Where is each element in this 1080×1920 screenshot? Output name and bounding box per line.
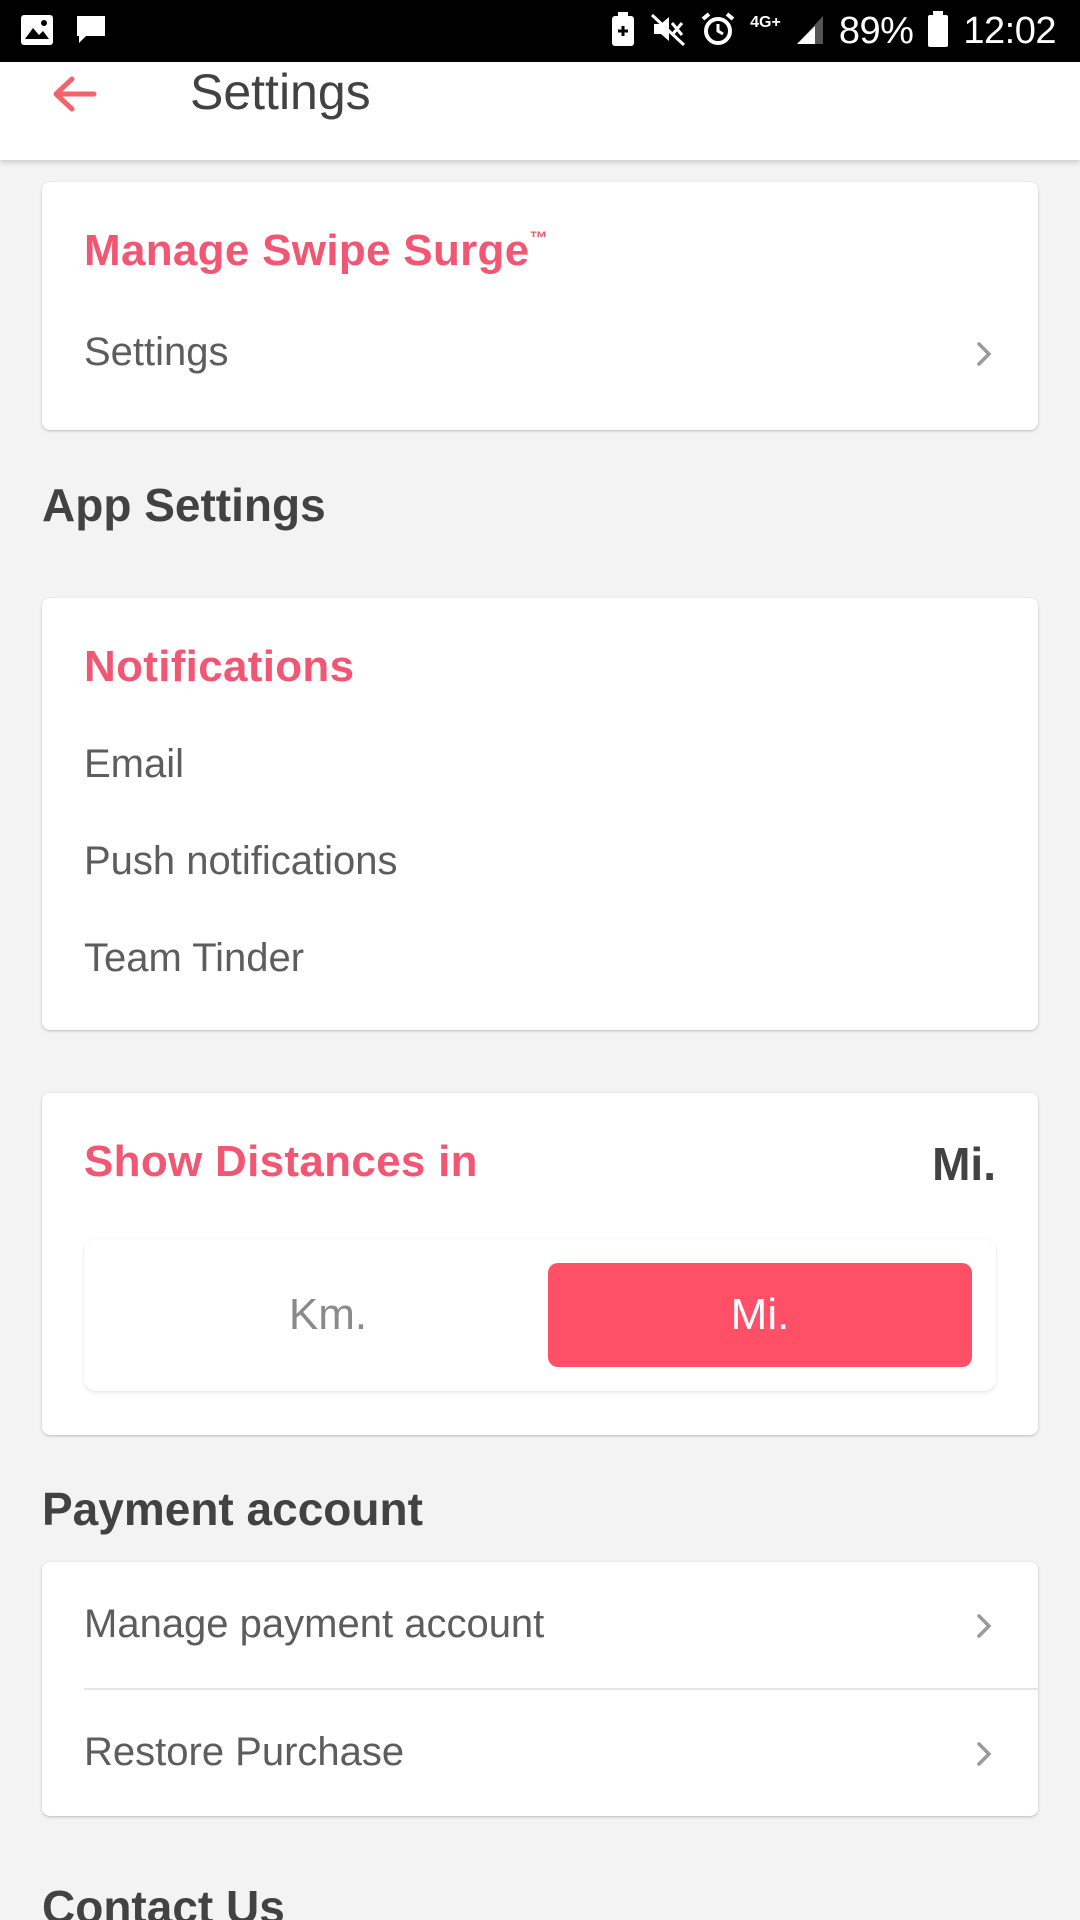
distances-card: Show Distances in Mi. Km. Mi.	[42, 1093, 1038, 1435]
notification-team-tinder[interactable]: Team Tinder	[84, 936, 304, 981]
manage-payment-row[interactable]: Manage payment account	[42, 1562, 1038, 1688]
swipe-surge-settings-label: Settings	[84, 330, 229, 374]
battery-saver-icon	[610, 11, 636, 52]
gallery-icon	[20, 14, 54, 51]
app-bar: Settings	[0, 62, 1080, 160]
chevron-right-icon	[974, 1612, 994, 1640]
status-notifications	[20, 14, 108, 51]
restore-purchase-row[interactable]: Restore Purchase	[42, 1690, 1038, 1816]
page-title: Settings	[190, 64, 371, 120]
trademark-symbol: ™	[529, 228, 548, 248]
notification-email[interactable]: Email	[84, 742, 184, 787]
status-system: 4G+ 89% 12:02	[610, 8, 1056, 54]
notifications-title: Notifications	[84, 642, 355, 691]
battery-icon	[927, 10, 949, 53]
mute-icon	[650, 11, 686, 52]
message-icon	[74, 14, 108, 51]
chevron-right-icon	[974, 1740, 994, 1768]
swipe-surge-settings-row[interactable]: Settings	[42, 306, 1038, 398]
restore-purchase-label: Restore Purchase	[84, 1730, 405, 1774]
battery-percent: 89%	[838, 9, 914, 52]
back-button[interactable]	[44, 66, 104, 126]
distances-title: Show Distances in	[84, 1137, 478, 1186]
clock: 12:02	[963, 9, 1056, 52]
mi-option[interactable]: Mi.	[548, 1263, 972, 1367]
manage-payment-label: Manage payment account	[84, 1602, 545, 1646]
signal-icon	[795, 12, 825, 51]
screen: 4G+ 89% 12:02 Settings Manage Swipe Surg…	[0, 0, 1080, 1920]
chevron-right-icon	[974, 340, 994, 368]
network-type: 4G+	[750, 14, 781, 31]
km-option[interactable]: Km.	[116, 1263, 540, 1367]
notification-push[interactable]: Push notifications	[84, 839, 398, 884]
swipe-surge-title: Manage Swipe Surge™	[84, 226, 548, 276]
app-settings-heading: App Settings	[42, 479, 326, 531]
payment-heading: Payment account	[42, 1483, 423, 1535]
back-arrow-icon	[50, 74, 98, 119]
status-bar: 4G+ 89% 12:02	[0, 0, 1080, 62]
contact-heading: Contact Us	[42, 1881, 285, 1920]
notifications-card: Notifications Email Push notifications T…	[42, 598, 1038, 1030]
alarm-icon	[700, 11, 736, 52]
swipe-surge-title-text: Manage Swipe Surge	[84, 226, 530, 275]
payment-card: Manage payment account Restore Purchase	[42, 1562, 1038, 1816]
distance-unit-toggle: Km. Mi.	[84, 1239, 996, 1391]
swipe-surge-card: Manage Swipe Surge™ Settings	[42, 182, 1038, 430]
distances-current-value: Mi.	[932, 1138, 996, 1190]
